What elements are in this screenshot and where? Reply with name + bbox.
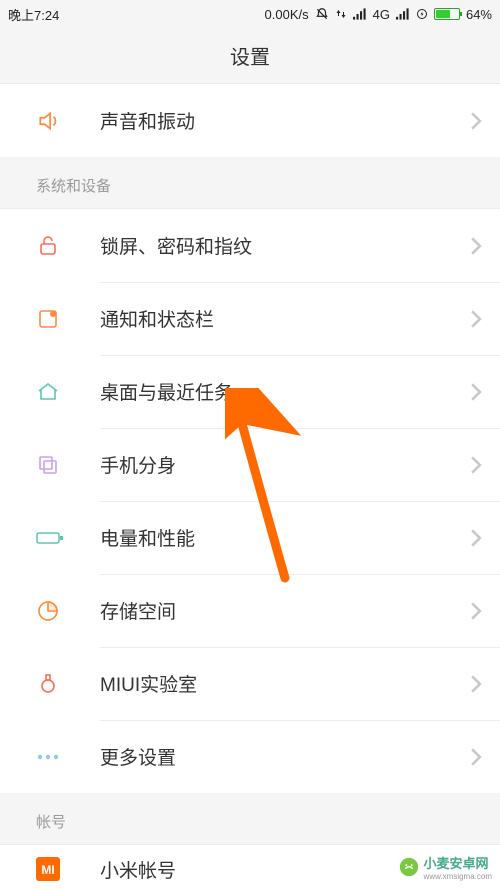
row-mi-account[interactable]: MI 小米帐号	[0, 845, 500, 889]
row-sound-vibration[interactable]: 声音和振动	[0, 84, 500, 157]
row-notifications[interactable]: 通知和状态栏	[0, 282, 500, 355]
row-storage[interactable]: 存储空间	[0, 574, 500, 647]
chevron-right-icon	[470, 748, 482, 766]
section-title-account: 帐号	[0, 793, 500, 844]
chevron-right-icon	[470, 602, 482, 620]
chevron-right-icon	[470, 112, 482, 130]
chevron-right-icon	[470, 383, 482, 401]
row-label: MIUI实验室	[100, 670, 470, 697]
battery-percent: 64%	[466, 7, 492, 22]
row-battery-perf[interactable]: 电量和性能	[0, 501, 500, 574]
signal-icon-1	[353, 8, 367, 20]
row-label: 更多设置	[100, 743, 470, 770]
lock-icon	[36, 234, 100, 258]
row-label: 手机分身	[100, 451, 470, 478]
page-header: 设置	[0, 28, 500, 84]
row-lockscreen[interactable]: 锁屏、密码和指纹	[0, 209, 500, 282]
more-icon	[36, 753, 100, 761]
status-bar: 晚上7:24 0.00K/s 4G 64%	[0, 0, 500, 28]
row-second-space[interactable]: 手机分身	[0, 428, 500, 501]
row-more-settings[interactable]: 更多设置	[0, 720, 500, 793]
row-desktop-recent[interactable]: 桌面与最近任务	[0, 355, 500, 428]
data-arrows-icon	[335, 8, 347, 20]
chevron-right-icon	[470, 237, 482, 255]
mi-icon: MI	[36, 857, 100, 881]
charging-icon	[416, 8, 428, 20]
net-speed: 0.00K/s	[265, 7, 309, 22]
lab-icon	[36, 672, 100, 696]
sound-icon	[36, 108, 100, 134]
chevron-right-icon	[470, 456, 482, 474]
svg-text:MI: MI	[41, 863, 54, 877]
row-label: 小米帐号	[100, 856, 482, 883]
status-time: 晚上7:24	[8, 5, 59, 24]
row-label: 桌面与最近任务	[100, 378, 470, 405]
mute-icon	[315, 7, 329, 21]
row-label: 通知和状态栏	[100, 305, 470, 332]
row-miui-lab[interactable]: MIUI实验室	[0, 647, 500, 720]
signal-icon-2	[396, 8, 410, 20]
section-account: MI 小米帐号	[0, 844, 500, 889]
chevron-right-icon	[470, 529, 482, 547]
top-section: 声音和振动	[0, 84, 500, 157]
storage-icon	[36, 599, 100, 623]
row-label: 存储空间	[100, 597, 470, 624]
status-right: 0.00K/s 4G 64%	[59, 7, 492, 22]
battery-icon	[36, 528, 100, 548]
row-label: 锁屏、密码和指纹	[100, 232, 470, 259]
notification-icon	[36, 307, 100, 331]
section-system: 锁屏、密码和指纹 通知和状态栏 桌面与最近任务 手机分身 电量和性能	[0, 208, 500, 793]
chevron-right-icon	[470, 675, 482, 693]
battery-icon	[434, 8, 460, 20]
clone-icon	[36, 453, 100, 477]
chevron-right-icon	[470, 310, 482, 328]
row-label: 电量和性能	[100, 524, 470, 551]
net-type: 4G	[373, 7, 390, 22]
section-title-system: 系统和设备	[0, 157, 500, 208]
page-title: 设置	[230, 41, 270, 70]
home-icon	[36, 380, 100, 404]
row-label: 声音和振动	[100, 107, 470, 134]
